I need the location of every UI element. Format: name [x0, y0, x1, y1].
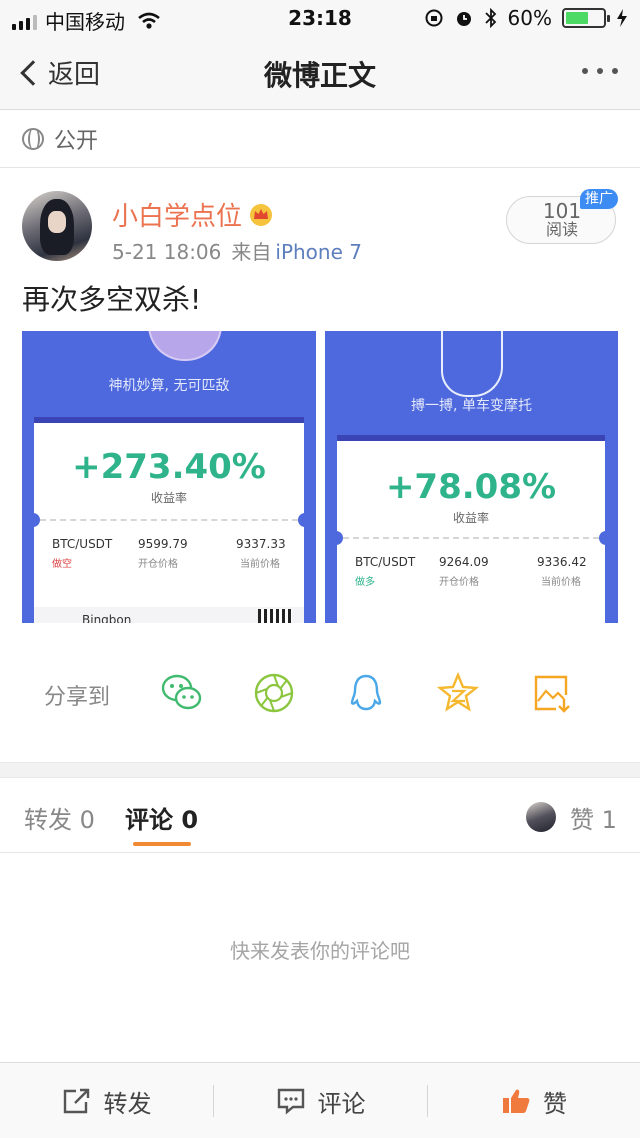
current-price: 9336.42: [537, 555, 587, 569]
crown-badge-icon: [250, 203, 273, 226]
status-right: 60%: [424, 6, 628, 30]
like-button[interactable]: 赞: [428, 1063, 640, 1138]
orientation-lock-icon: [425, 9, 443, 27]
profit-label: 收益率: [150, 491, 187, 505]
author-name[interactable]: 小白学点位: [112, 196, 274, 233]
author-avatar[interactable]: [22, 191, 92, 261]
read-label: 阅读: [545, 220, 578, 239]
battery-icon: [562, 8, 610, 28]
bottom-toolbar: 转发 评论 赞: [0, 1062, 640, 1138]
from-label: 来自: [231, 240, 272, 264]
tab-comments-count: 0: [181, 806, 199, 834]
notch: [599, 531, 613, 545]
profit-percent: +273.40%: [72, 447, 266, 487]
bluetooth-icon: [484, 8, 496, 28]
tab-reposts-label: 转发: [24, 806, 72, 834]
open-price: 9599.79: [138, 537, 188, 551]
more-dot: [582, 68, 588, 74]
post-image-2[interactable]: 搏一搏, 单车变摩托 +78.08% 收益率 BTC/USDT 做多 9264.…: [325, 331, 618, 623]
direction-label: 做空: [52, 559, 72, 570]
more-button[interactable]: [582, 68, 618, 74]
save-image-icon[interactable]: [530, 671, 574, 715]
chevron-left-icon: [20, 59, 46, 86]
battery-fill: [566, 12, 588, 24]
comment-button[interactable]: 评论: [214, 1063, 427, 1138]
more-dot: [612, 68, 618, 74]
back-label: 返回: [48, 60, 101, 90]
thumbs-up-icon: [503, 1089, 530, 1113]
charging-icon: [617, 9, 627, 27]
post-time: 5-21 18:06: [112, 240, 222, 264]
mascot-graphic: [148, 331, 222, 361]
tab-comments-label: 评论: [125, 806, 173, 834]
open-price: 9264.09: [439, 555, 489, 569]
post-source[interactable]: iPhone 7: [275, 240, 362, 264]
tab-reposts-count: 0: [79, 806, 95, 834]
repost-label: 转发: [103, 1089, 152, 1118]
liker-avatar[interactable]: [526, 802, 556, 832]
post-image-1[interactable]: 神机妙算, 无可匹敌 +273.40% 收益率 BTC/USDT 做空 9599…: [22, 331, 316, 623]
image-slogan: 搏一搏, 单车变摩托: [411, 398, 532, 414]
post-text: 再次多空双杀!: [22, 283, 202, 316]
notch: [329, 531, 343, 545]
pair-label: BTC/USDT: [52, 537, 113, 551]
battery-percent: 60%: [507, 6, 552, 30]
open-price-label: 开仓价格: [439, 577, 479, 588]
tab-likes[interactable]: 赞 1: [570, 800, 617, 835]
tab-likes-count: 1: [601, 806, 617, 834]
current-price-label: 当前价格: [240, 559, 280, 570]
like-label: 赞: [543, 1089, 567, 1118]
more-dot: [597, 68, 603, 74]
qzone-icon[interactable]: [436, 671, 480, 715]
tab-likes-label: 赞: [570, 806, 594, 834]
profit-label: 收益率: [452, 511, 489, 525]
avatar-face: [48, 211, 66, 233]
comment-icon: [277, 1088, 304, 1115]
wechat-icon[interactable]: [160, 671, 204, 715]
visibility-label: 公开: [54, 128, 99, 154]
tab-comments[interactable]: 评论 0: [125, 800, 198, 835]
tabs-divider: [0, 852, 640, 853]
back-button[interactable]: 返回: [18, 54, 100, 91]
image-footer: Bingbon: [34, 607, 304, 623]
pair-label: BTC/USDT: [355, 555, 416, 569]
repost-button[interactable]: 转发: [0, 1063, 213, 1138]
brand-label: Bingbon: [82, 613, 132, 623]
current-price: 9337.33: [236, 537, 286, 551]
tab-reposts[interactable]: 转发 0: [24, 800, 95, 835]
section-divider: [0, 762, 640, 778]
hand-graphic: [441, 331, 503, 397]
nav-bar: 返回 微博正文: [0, 36, 640, 110]
alarm-icon: [456, 12, 471, 26]
result-panel: +273.40% 收益率 BTC/USDT 做空 9599.79 开仓价格 93…: [26, 417, 312, 623]
qr-code: [258, 609, 292, 623]
globe-icon: [22, 127, 44, 150]
result-panel: +78.08% 收益率 BTC/USDT 做多 9264.09 开仓价格 933…: [329, 435, 613, 623]
visibility-row: 公开: [0, 110, 640, 168]
image-slogan: 神机妙算, 无可匹敌: [108, 378, 230, 394]
empty-comments-hint: 快来发表你的评论吧: [230, 939, 410, 963]
share-label: 分享到: [44, 685, 111, 710]
dashed-divider: [343, 537, 599, 539]
profit-percent: +78.08%: [385, 467, 557, 507]
open-price-label: 开仓价格: [138, 559, 178, 570]
promo-tag: 推广: [580, 189, 618, 209]
share-row: 分享到: [0, 655, 640, 733]
comment-label: 评论: [317, 1089, 366, 1118]
status-bar: 中国移动 23:18 60%: [0, 0, 640, 36]
repost-icon: [63, 1088, 89, 1114]
moments-icon[interactable]: [252, 671, 296, 715]
current-price-label: 当前价格: [541, 577, 581, 588]
active-tab-indicator: [133, 842, 191, 846]
qq-icon[interactable]: [344, 671, 388, 715]
post-meta: 5-21 18:06 来自 iPhone 7: [112, 236, 362, 265]
author-name-text: 小白学点位: [112, 202, 243, 232]
dashed-divider: [40, 519, 298, 521]
notch: [298, 513, 312, 527]
direction-label: 做多: [355, 577, 375, 588]
notch: [26, 513, 40, 527]
